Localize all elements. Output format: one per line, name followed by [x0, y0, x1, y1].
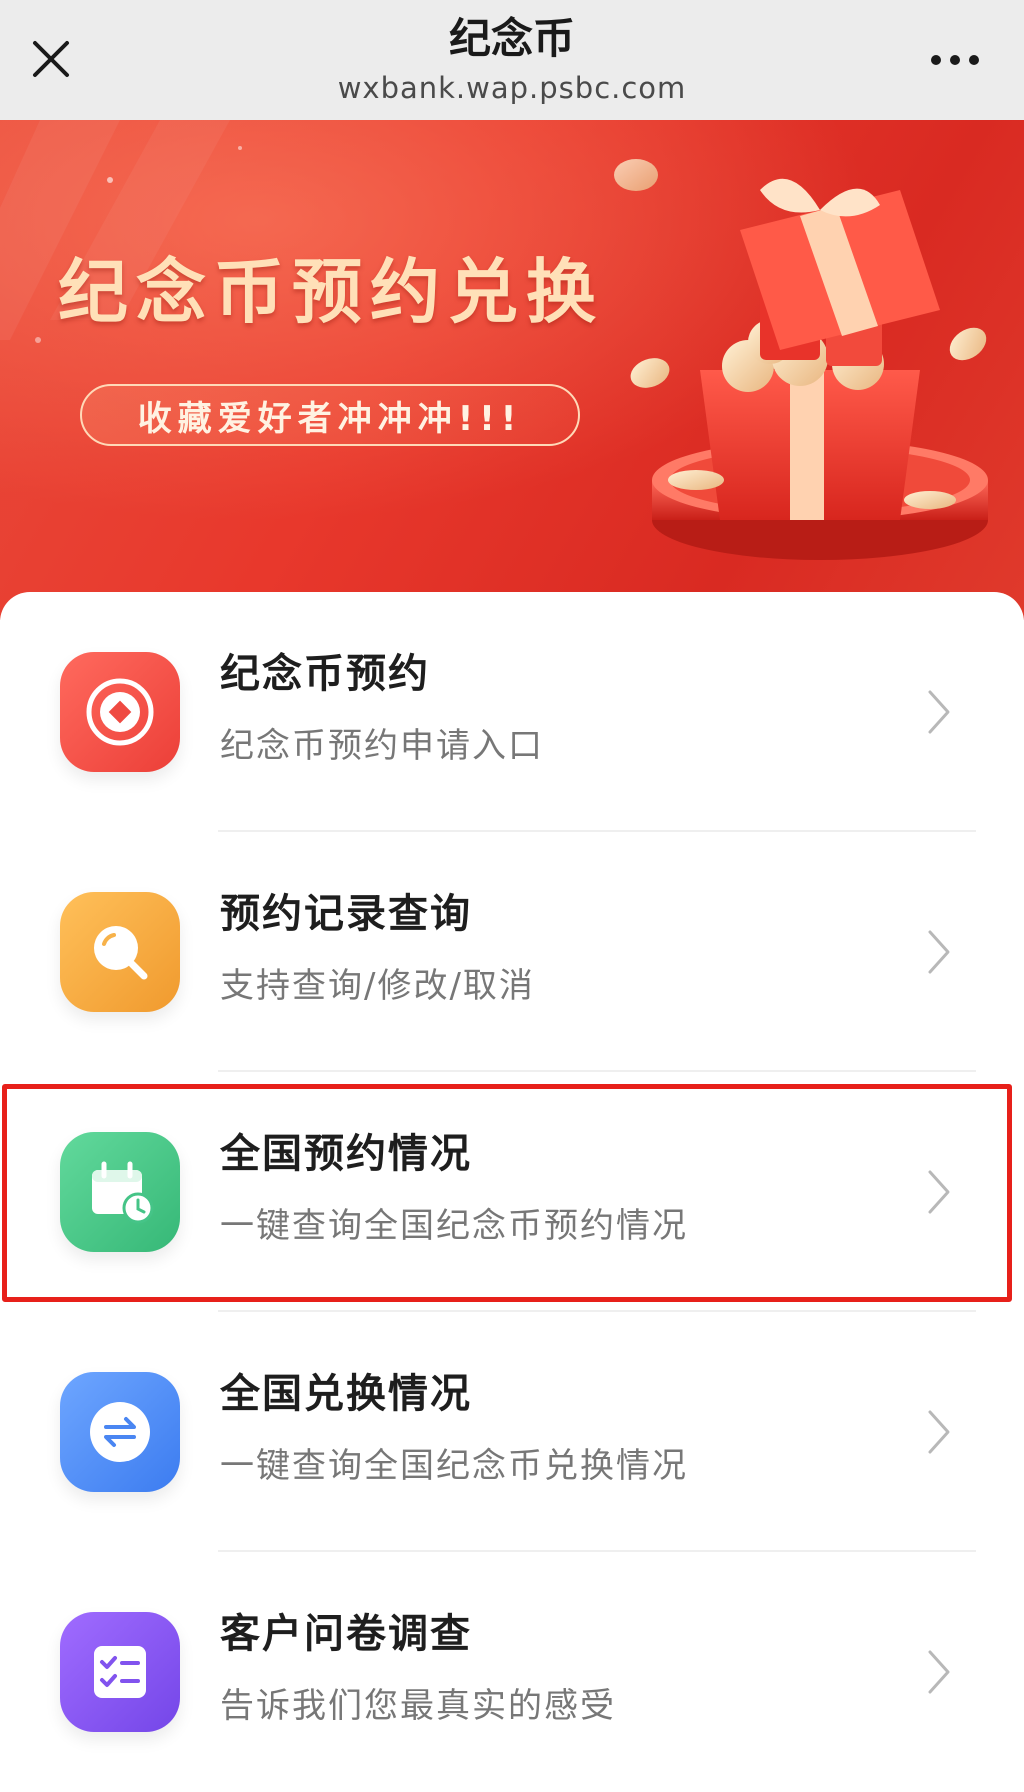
chevron-right-icon	[928, 1410, 950, 1454]
menu-item-subtitle: 一键查询全国纪念币预约情况	[220, 1206, 688, 1246]
calendar-clock-icon	[60, 1132, 180, 1252]
menu-item-title: 全国兑换情况	[220, 1371, 472, 1417]
chevron-right-icon	[928, 1170, 950, 1214]
chevron-right-icon	[928, 690, 950, 734]
page-url: wxbank.wap.psbc.com	[337, 71, 687, 105]
close-button[interactable]	[24, 26, 78, 92]
banner-slogan-pill: 收藏爱好者冲冲冲!!!	[80, 384, 580, 446]
menu-item-customer-survey[interactable]: 客户问卷调查 告诉我们您最真实的感受	[0, 1552, 1024, 1792]
promo-banner: 纪念币预约兑换 收藏爱好者冲冲冲!!!	[0, 120, 1024, 620]
exchange-icon	[60, 1372, 180, 1492]
menu-item-title: 预约记录查询	[220, 891, 472, 937]
menu-item-title: 客户问卷调查	[220, 1611, 472, 1657]
menu-item-reservation-record[interactable]: 预约记录查询 支持查询/修改/取消	[0, 832, 1024, 1072]
more-icon	[931, 55, 979, 65]
search-icon	[60, 892, 180, 1012]
menu-item-title: 全国预约情况	[220, 1131, 472, 1177]
coin-icon	[60, 652, 180, 772]
gift-box-illustration	[0, 120, 1024, 620]
title-block: 纪念币 wxbank.wap.psbc.com	[200, 10, 824, 108]
close-icon	[33, 41, 69, 77]
chevron-right-icon	[928, 930, 950, 974]
page-title: 纪念币	[448, 14, 575, 63]
menu-item-subtitle: 纪念币预约申请入口	[220, 726, 544, 766]
top-bar: 纪念币 wxbank.wap.psbc.com	[0, 0, 1024, 120]
menu-item-subtitle: 告诉我们您最真实的感受	[220, 1686, 616, 1726]
menu-item-national-exchange[interactable]: 全国兑换情况 一键查询全国纪念币兑换情况	[0, 1312, 1024, 1552]
banner-slogan: 收藏爱好者冲冲冲!!!	[137, 398, 523, 439]
menu-card: 纪念币预约 纪念币预约申请入口 预约记录查询 支持查询/修改/取消 全国预约情况…	[0, 592, 1024, 1787]
chevron-right-icon	[928, 1650, 950, 1694]
banner-title: 纪念币预约兑换	[58, 251, 604, 333]
menu-item-national-reservation[interactable]: 全国预约情况 一键查询全国纪念币预约情况	[0, 1072, 1024, 1312]
checklist-icon	[60, 1612, 180, 1732]
more-button[interactable]	[920, 30, 990, 90]
menu-item-coin-reservation[interactable]: 纪念币预约 纪念币预约申请入口	[0, 592, 1024, 832]
menu-item-subtitle: 一键查询全国纪念币兑换情况	[220, 1446, 688, 1486]
menu-item-subtitle: 支持查询/修改/取消	[220, 966, 535, 1006]
menu-item-title: 纪念币预约	[220, 651, 430, 697]
